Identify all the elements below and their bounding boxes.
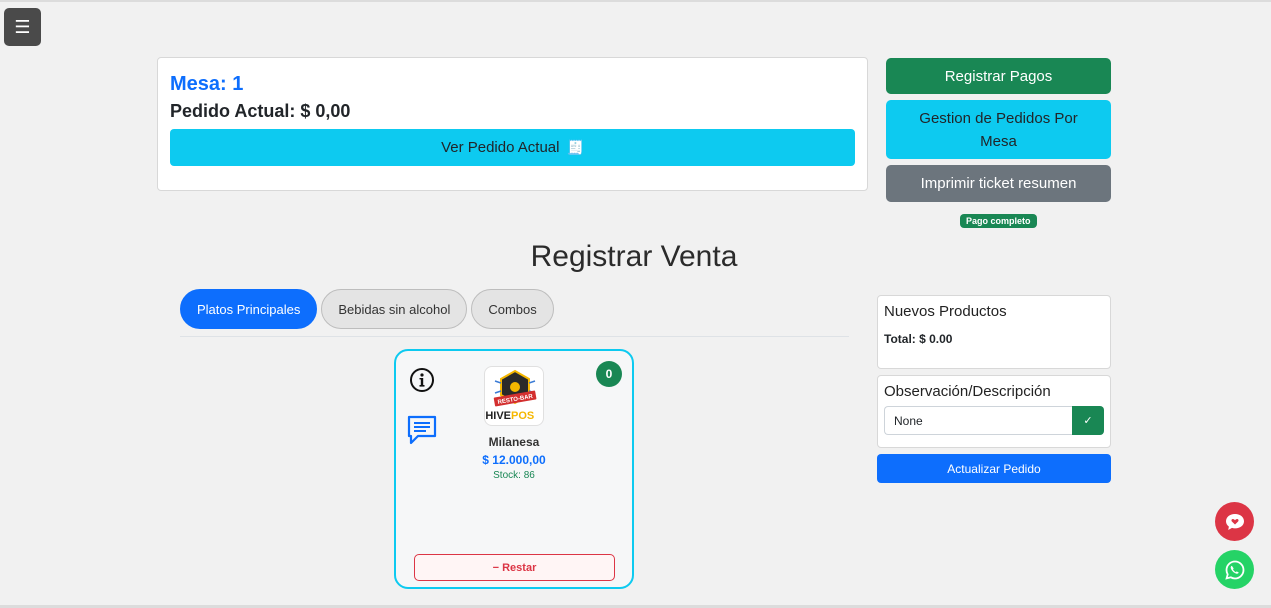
observacion-panel: Observación/Descripción None ✓ [877, 375, 1111, 448]
chat-heart-icon [1225, 513, 1244, 530]
info-icon[interactable] [409, 367, 435, 393]
menu-button[interactable]: ☰ [4, 8, 41, 46]
product-price: $ 12.000,00 [482, 453, 546, 467]
pago-status-badge: Pago completo [960, 214, 1037, 228]
ver-pedido-button[interactable]: Ver Pedido Actual 🧾 [170, 129, 855, 166]
svg-text:HIVE: HIVE [485, 410, 511, 422]
tab-combos[interactable]: Combos [471, 289, 554, 329]
svg-text:POS: POS [511, 410, 534, 422]
whatsapp-icon [1224, 560, 1244, 580]
pedido-actual: Pedido Actual: $ 0,00 [170, 101, 351, 121]
product-logo: RESTO-BAR HIVE POS [484, 366, 544, 426]
gestion-pedidos-button[interactable]: Gestion de Pedidos Por Mesa [886, 100, 1111, 159]
chat-button[interactable] [1215, 502, 1254, 541]
nuevos-productos-title: Nuevos Productos [884, 303, 1007, 320]
category-tabs: Platos Principales Bebidas sin alcohol C… [180, 289, 849, 337]
observacion-title: Observación/Descripción [884, 383, 1051, 400]
observacion-row: None ✓ [884, 406, 1104, 435]
actualizar-pedido-button[interactable]: Actualizar Pedido [877, 454, 1111, 483]
confirm-check-button[interactable]: ✓ [1072, 406, 1104, 435]
whatsapp-button[interactable] [1215, 550, 1254, 589]
product-count-badge: 0 [596, 361, 622, 387]
product-card[interactable]: 0 RESTO-BAR HIVE POS Milanesa $ 12.000,0… [394, 349, 634, 589]
receipt-icon: 🧾 [566, 139, 584, 155]
tab-platos-principales[interactable]: Platos Principales [180, 289, 318, 329]
observacion-input[interactable]: None [884, 406, 1072, 435]
mesa-title: Mesa: 1 [170, 73, 244, 95]
nuevos-productos-panel: Nuevos Productos Total: $ 0.00 [877, 295, 1111, 369]
tab-bebidas-sin-alcohol[interactable]: Bebidas sin alcohol [321, 289, 468, 329]
nuevos-total: Total: $ 0.00 [884, 332, 953, 346]
registrar-venta-title: Registrar Venta [530, 240, 738, 273]
hamburger-icon: ☰ [14, 16, 31, 37]
check-icon: ✓ [1083, 415, 1093, 427]
restar-button[interactable]: − Restar [414, 554, 615, 581]
ver-pedido-label: Ver Pedido Actual [441, 139, 560, 156]
mesa-card: Mesa: 1 Pedido Actual: $ 0,00 Ver Pedido… [157, 57, 868, 191]
product-stock: Stock: 86 [493, 470, 535, 481]
product-name: Milanesa [488, 435, 540, 449]
registrar-pagos-button[interactable]: Registrar Pagos [886, 58, 1111, 94]
hivepos-logo-image: RESTO-BAR HIVE POS [485, 369, 537, 422]
imprimir-ticket-button[interactable]: Imprimir ticket resumen [886, 165, 1111, 202]
